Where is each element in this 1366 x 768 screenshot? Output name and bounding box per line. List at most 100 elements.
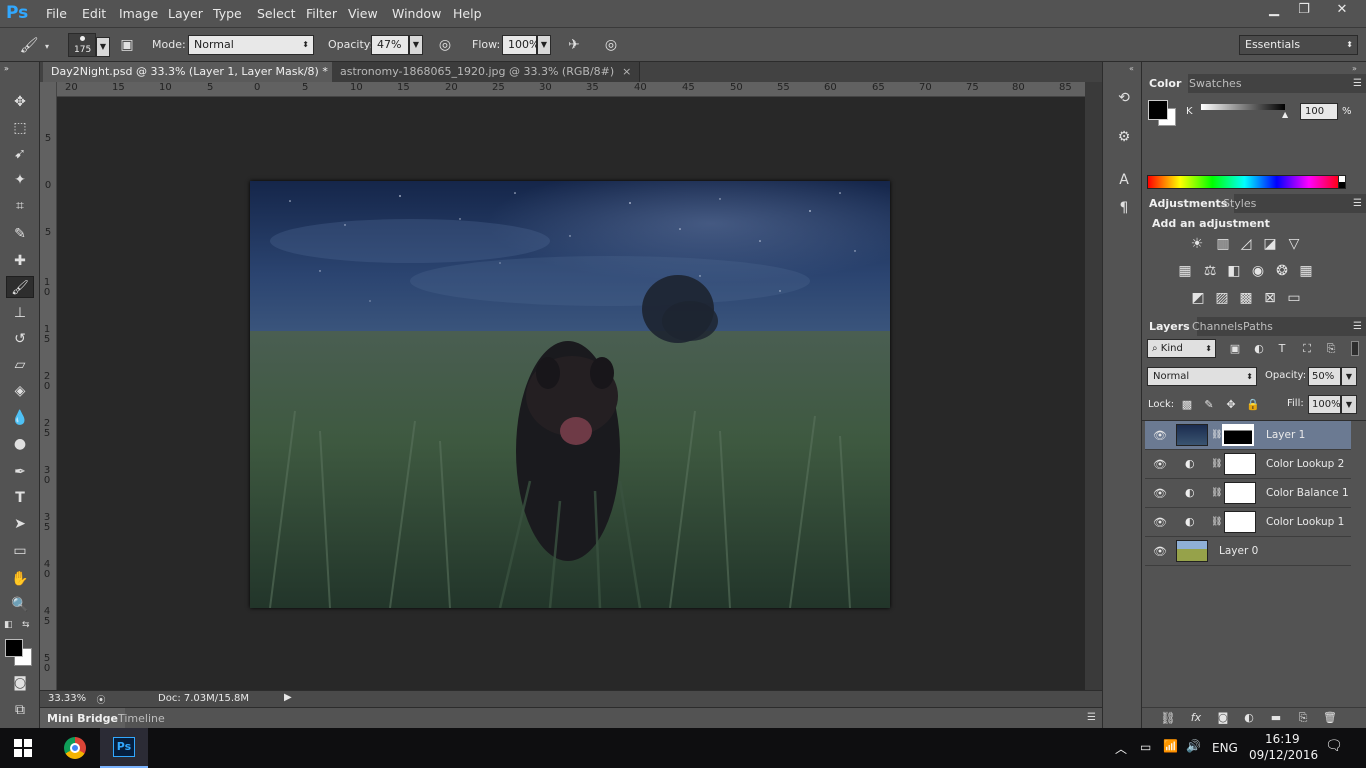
volume-icon[interactable]: 🔊 <box>1186 739 1201 753</box>
history-panel-icon[interactable]: ⟲ <box>1113 87 1135 109</box>
collapse-icon[interactable]: » <box>4 64 9 73</box>
color-balance-icon[interactable]: ⚖ <box>1200 261 1220 281</box>
restore-button[interactable]: ❐ <box>1288 0 1320 20</box>
filter-pixel-icon[interactable]: ▣ <box>1225 339 1245 359</box>
crop-tool-icon[interactable]: ⌗ <box>6 195 34 217</box>
clock-time[interactable]: 16:19 <box>1265 732 1300 746</box>
pen-tool-icon[interactable]: ✒ <box>6 461 34 483</box>
color-foreground-swatch[interactable] <box>1148 100 1168 120</box>
layer-mask-thumbnail[interactable] <box>1222 424 1254 446</box>
panel-menu-icon[interactable]: ☰ <box>1353 74 1362 93</box>
flow-input[interactable]: 100% <box>502 35 539 55</box>
fill-input[interactable]: 100% <box>1308 395 1341 414</box>
levels-icon[interactable]: ▥ <box>1213 234 1233 254</box>
clock-date[interactable]: 09/12/2016 <box>1249 748 1318 762</box>
selective-color-icon[interactable]: ⊠ <box>1260 288 1280 308</box>
notifications-icon[interactable]: 🗨 <box>1325 738 1343 754</box>
menu-file[interactable]: File <box>46 6 67 21</box>
history-brush-tool-icon[interactable]: ↺ <box>6 328 34 350</box>
layer-row-color-balance-1[interactable]: 👁 ◐ ⛓ Color Balance 1 <box>1145 479 1351 508</box>
menu-view[interactable]: View <box>348 6 378 21</box>
character-panel-icon[interactable]: A <box>1113 169 1135 191</box>
menu-image[interactable]: Image <box>119 6 158 21</box>
brush-tool-icon[interactable]: 🖌 <box>6 276 34 298</box>
lock-position-icon[interactable]: ✥ <box>1221 395 1241 415</box>
battery-icon[interactable]: ▭ <box>1140 740 1151 754</box>
layer-row-layer-1[interactable]: 👁 ⛓ Layer 1 <box>1145 421 1351 450</box>
layer-filter-kind-select[interactable]: ⌕ Kind ⬍ <box>1147 339 1216 358</box>
layer-mask-thumbnail[interactable] <box>1224 511 1256 533</box>
k-value-input[interactable]: 100 <box>1300 103 1338 120</box>
close-button[interactable]: ✕ <box>1322 0 1362 20</box>
path-selection-tool-icon[interactable]: ➤ <box>6 513 34 535</box>
status-info-icon[interactable]: ⦿ <box>94 693 108 706</box>
menu-edit[interactable]: Edit <box>82 6 106 21</box>
eye-icon[interactable]: 👁 <box>1153 429 1167 442</box>
photo-filter-icon[interactable]: ◉ <box>1248 261 1268 281</box>
tab-astronomy[interactable]: astronomy-1868065_1920.jpg @ 33.3% (RGB/… <box>332 62 641 82</box>
curves-icon[interactable]: ◿ <box>1236 234 1256 254</box>
language-indicator[interactable]: ENG <box>1212 741 1238 755</box>
link-icon[interactable]: ⛓ <box>1211 517 1222 527</box>
eyedropper-tool-icon[interactable]: ✎ <box>6 223 34 245</box>
move-tool-icon[interactable]: ✥ <box>6 91 34 113</box>
menu-layer[interactable]: Layer <box>168 6 203 21</box>
filter-type-icon[interactable]: T <box>1272 339 1292 359</box>
workspace-select[interactable]: Essentials ⬍ <box>1239 35 1358 55</box>
properties-panel-icon[interactable]: ⚙ <box>1113 126 1135 148</box>
threshold-icon[interactable]: ▩ <box>1236 288 1256 308</box>
posterize-icon[interactable]: ▨ <box>1212 288 1232 308</box>
horizontal-ruler[interactable]: 20 15 10 5 0 5 10 15 20 25 30 35 40 45 5… <box>57 82 1085 97</box>
layer-row-layer-0[interactable]: 👁 Layer 0 <box>1145 537 1351 566</box>
foreground-color-swatch[interactable] <box>5 639 23 657</box>
layer-opacity-arrow[interactable]: ▼ <box>1341 367 1357 386</box>
photoshop-taskbar-button[interactable]: Ps <box>100 728 148 768</box>
healing-brush-tool-icon[interactable]: ✚ <box>6 250 34 272</box>
eye-icon[interactable]: 👁 <box>1153 458 1167 471</box>
zoom-level[interactable]: 33.33% <box>48 693 86 704</box>
hand-tool-icon[interactable]: ✋ <box>6 568 34 590</box>
menu-select[interactable]: Select <box>257 6 296 21</box>
brush-panel-toggle-icon[interactable]: ▣ <box>116 35 138 55</box>
vertical-scrollbar[interactable] <box>1085 82 1102 690</box>
fill-arrow[interactable]: ▼ <box>1341 395 1357 414</box>
tab-close-icon[interactable]: × <box>622 65 631 78</box>
layer-row-color-lookup-1[interactable]: 👁 ◐ ⛓ Color Lookup 1 <box>1145 508 1351 537</box>
add-mask-icon[interactable]: ◙ <box>1213 708 1233 728</box>
vertical-ruler[interactable]: 5 0 5 1 0 1 5 2 0 2 5 3 0 3 5 4 0 4 5 5 … <box>40 82 57 690</box>
new-group-icon[interactable]: ▬ <box>1266 708 1286 728</box>
lasso-tool-icon[interactable]: ➹ <box>6 143 34 165</box>
chevron-down-icon[interactable]: ▾ <box>45 42 49 51</box>
menu-filter[interactable]: Filter <box>306 6 337 21</box>
tab-timeline[interactable]: Timeline <box>111 708 172 729</box>
black-white-ramp[interactable] <box>1338 175 1346 189</box>
delete-layer-icon[interactable]: 🗑 <box>1320 708 1340 728</box>
link-icon[interactable]: ⛓ <box>1211 459 1222 469</box>
rectangle-tool-icon[interactable]: ▭ <box>6 540 34 562</box>
default-colors-icon[interactable]: ◧ <box>4 620 13 630</box>
type-tool-icon[interactable]: T <box>6 487 34 509</box>
pressure-size-icon[interactable]: ◎ <box>600 35 622 55</box>
collapse-icon[interactable]: « <box>1129 64 1134 73</box>
gradient-map-icon[interactable]: ▭ <box>1284 288 1304 308</box>
link-icon[interactable]: ⛓ <box>1211 430 1222 440</box>
black-white-icon[interactable]: ◧ <box>1224 261 1244 281</box>
k-slider-track[interactable] <box>1201 104 1285 110</box>
marquee-tool-icon[interactable]: ⬚ <box>6 117 34 139</box>
panel-menu-icon[interactable]: ☰ <box>1353 317 1362 336</box>
channel-mixer-icon[interactable]: ❂ <box>1272 261 1292 281</box>
windows-start-icon[interactable] <box>14 739 32 757</box>
filter-toggle[interactable] <box>1351 341 1359 356</box>
new-layer-icon[interactable]: ⎘ <box>1293 708 1313 728</box>
link-icon[interactable]: ⛓ <box>1211 488 1222 498</box>
layer-mask-thumbnail[interactable] <box>1224 482 1256 504</box>
invert-icon[interactable]: ◩ <box>1188 288 1208 308</box>
quick-mask-icon[interactable]: ◙ <box>6 672 34 694</box>
eye-icon[interactable]: 👁 <box>1153 487 1167 500</box>
layer-name[interactable]: Color Lookup 1 <box>1266 516 1344 528</box>
layer-style-fx-icon[interactable]: fx <box>1186 708 1206 728</box>
tab-day2night[interactable]: Day2Night.psd @ 33.3% (Layer 1, Layer Ma… <box>43 62 355 82</box>
layer-name[interactable]: Color Balance 1 <box>1266 487 1349 499</box>
panel-menu-icon[interactable]: ☰ <box>1087 712 1096 723</box>
menu-window[interactable]: Window <box>392 6 441 21</box>
